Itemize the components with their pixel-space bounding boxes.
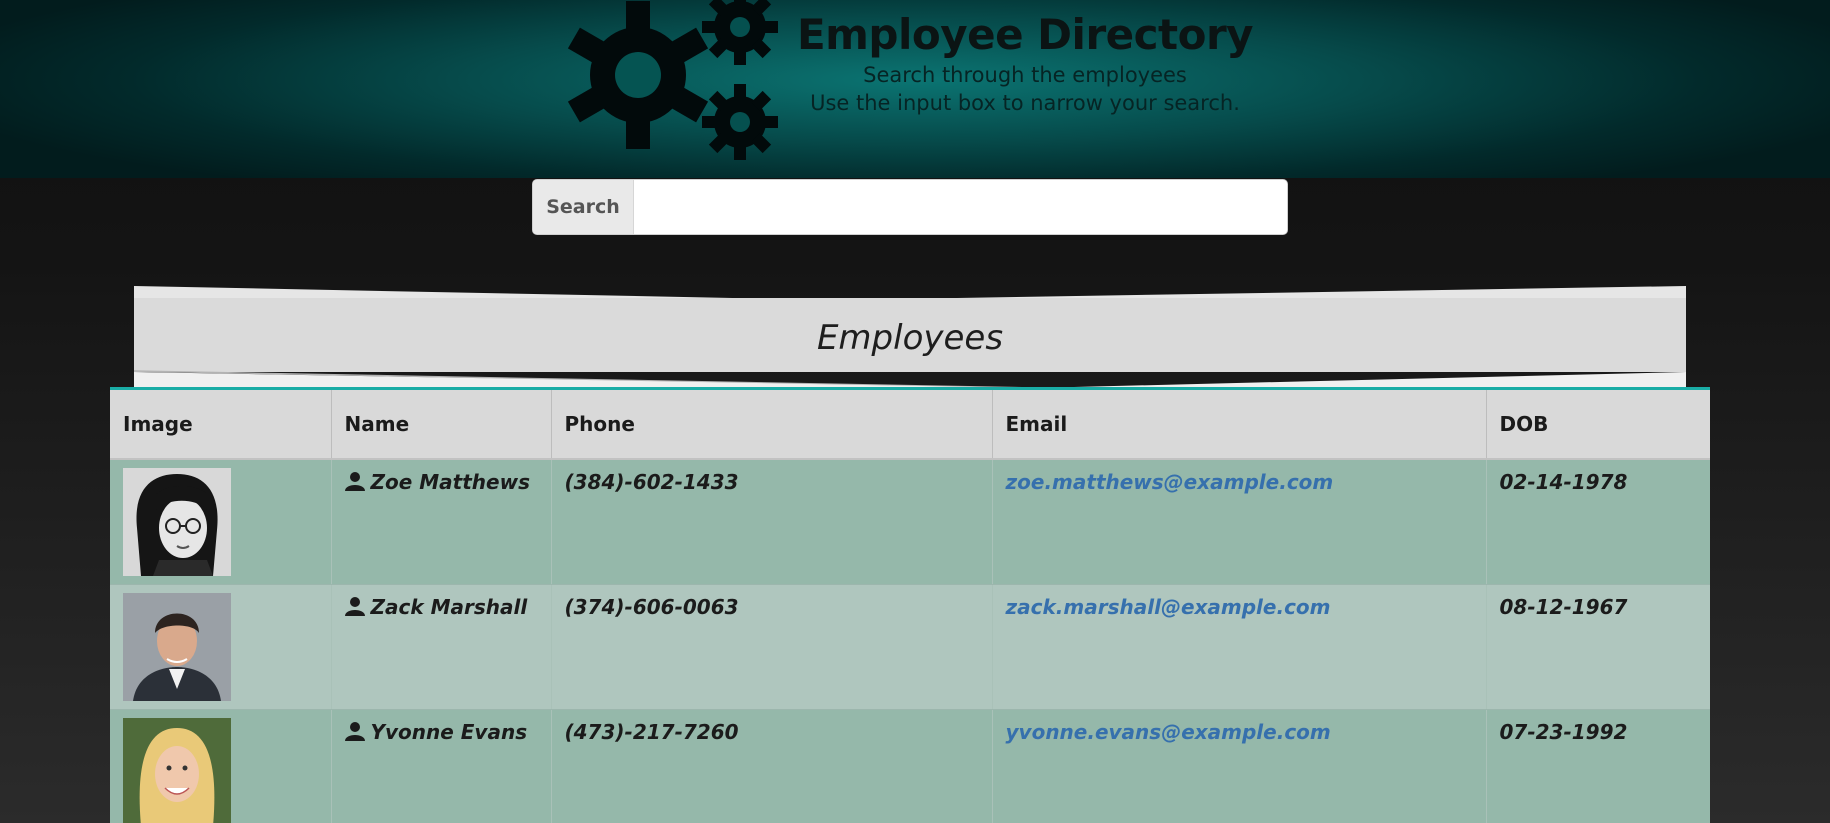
- dob-cell: 02-14-1978: [1486, 459, 1710, 585]
- section-title: Employees: [816, 318, 1004, 358]
- employee-name: Yvonne Evans: [370, 719, 528, 744]
- page-subtitle: Search through the employees: [863, 63, 1187, 87]
- name-cell: Yvonne Evans: [331, 709, 552, 823]
- user-icon: [344, 472, 365, 491]
- search-bar: Search: [532, 179, 1288, 235]
- dob-cell: 07-23-1992: [1486, 709, 1710, 823]
- gears-icon: [567, 0, 778, 160]
- employee-name: Zoe Matthews: [370, 470, 530, 494]
- email-cell: zack.marshall@example.com: [992, 584, 1487, 710]
- column-header-name[interactable]: Name: [331, 390, 552, 460]
- name-cell: Zoe Matthews: [331, 459, 552, 585]
- search-label: Search: [533, 180, 634, 234]
- column-header-email[interactable]: Email: [992, 390, 1487, 460]
- user-icon: [344, 596, 365, 616]
- phone-cell: (384)-602-1433: [551, 459, 993, 585]
- table-header-row: Image Name Phone Email DOB: [110, 390, 1710, 460]
- email-cell: zoe.matthews@example.com: [992, 459, 1487, 585]
- table-row: Zoe Matthews (384)-602-1433 zoe.matthews…: [110, 459, 1710, 585]
- column-header-phone[interactable]: Phone: [551, 390, 993, 460]
- email-link[interactable]: yvonne.evans@example.com: [1006, 720, 1331, 744]
- employee-name: Zack Marshall: [370, 594, 528, 619]
- phone-cell: (374)-606-0063: [551, 584, 993, 710]
- column-header-dob[interactable]: DOB: [1486, 390, 1710, 460]
- page-title: Employee Directory: [796, 10, 1254, 59]
- table-row: Zack Marshall (374)-606-0063 zack.marsha…: [110, 584, 1710, 710]
- image-cell: [110, 459, 332, 585]
- email-link[interactable]: zack.marshall@example.com: [1006, 595, 1331, 619]
- user-icon: [344, 721, 365, 741]
- employee-table: Image Name Phone Email DOB Zoe Matthews …: [110, 387, 1710, 823]
- dob-cell: 08-12-1967: [1486, 584, 1710, 710]
- page-instructions: Use the input box to narrow your search.: [810, 91, 1240, 115]
- header: Employee Directory Search through the em…: [0, 0, 1830, 178]
- woman-portrait-icon: [123, 717, 231, 823]
- image-cell: [110, 584, 332, 710]
- woman-portrait-icon: [123, 468, 231, 576]
- man-portrait-icon: [123, 592, 231, 701]
- email-cell: yvonne.evans@example.com: [992, 709, 1487, 823]
- phone-cell: (473)-217-7260: [551, 709, 993, 823]
- email-link[interactable]: zoe.matthews@example.com: [1006, 470, 1334, 494]
- search-input[interactable]: [634, 180, 1287, 234]
- column-header-image[interactable]: Image: [110, 390, 332, 460]
- table-row: Yvonne Evans (473)-217-7260 yvonne.evans…: [110, 709, 1710, 823]
- name-cell: Zack Marshall: [331, 584, 552, 710]
- image-cell: [110, 709, 332, 823]
